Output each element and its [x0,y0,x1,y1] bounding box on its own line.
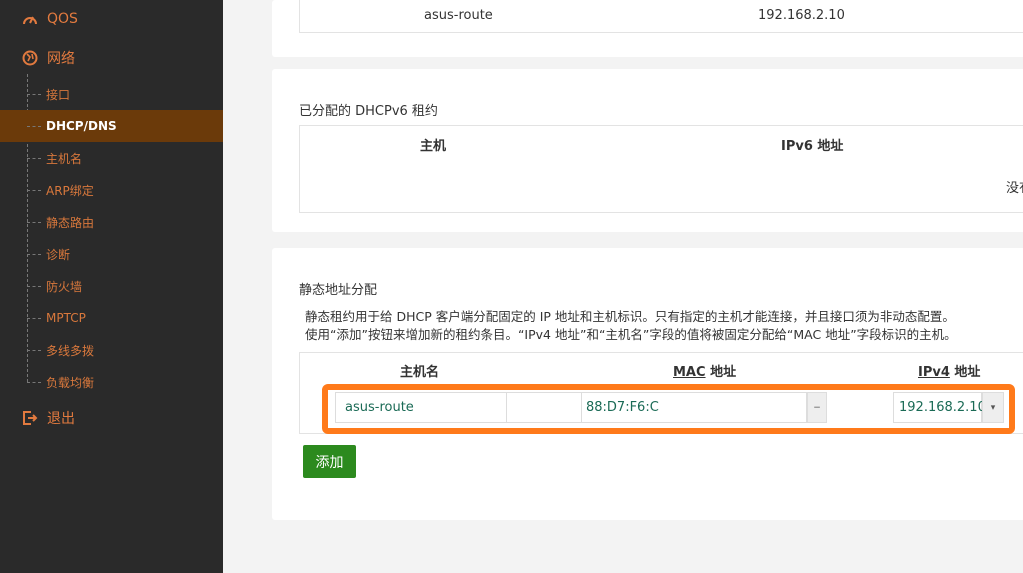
sidebar-item-arp[interactable]: ARP绑定 [0,174,223,206]
add-button[interactable]: 添加 [303,445,356,478]
col-mac: MAC 地址 [673,361,736,380]
sidebar-item-label: 多线多拨 [46,343,95,358]
static-leases-card: 静态地址分配 静态租约用于给 DHCP 客户端分配固定的 IP 地址和主机标识。… [272,248,1023,520]
sidebar-item-label: 静态路由 [46,215,95,230]
dhcpv6-title: 已分配的 DHCPv6 租约 [299,104,438,119]
dhcp-leases-card: asus-route 192.168.2.10 [272,0,1023,57]
lease-hostname: asus-route [424,8,493,23]
dhcpv6-empty-text: 没有 [1006,181,1023,196]
sidebar-item-static-routes[interactable]: 静态路由 [0,206,223,238]
col-hostname: 主机名 [400,365,440,380]
sidebar-item-hostnames[interactable]: 主机名 [0,142,223,174]
dhcpv6-table: 主机 IPv6 地址 没有 [299,125,1023,213]
globe-icon [22,50,38,66]
highlight-box [322,384,1015,434]
dhcpv6-col-ipv6: IPv6 地址 [781,139,844,154]
sidebar-item-label: 诊断 [46,247,71,262]
sidebar-item-label: 防火墙 [46,279,83,294]
sidebar-item-label: ARP绑定 [46,183,94,198]
static-title: 静态地址分配 [299,283,378,298]
gauge-icon [22,11,38,27]
dhcpv6-col-host: 主机 [420,139,447,154]
sidebar-network-label: 网络 [47,51,75,67]
col-mac-abbr: MAC [673,365,706,380]
sidebar-item-logout[interactable]: 退出 [0,402,223,434]
dhcp-leases-table: asus-route 192.168.2.10 [299,0,1023,33]
sidebar-item-label: MPTCP [46,311,86,325]
col-ipv4-abbr: IPv4 [918,365,950,380]
sidebar-qos-label: QOS [47,11,78,27]
dhcpv6-card: 已分配的 DHCPv6 租约 主机 IPv6 地址 没有 [272,69,1023,232]
sidebar-item-label: 接口 [46,87,71,102]
sidebar-item-qos[interactable]: QOS [0,3,223,35]
sidebar: QOS 网络 接口 DHCP/DNS 主机名 ARP绑定 静态路由 诊断 防火墙… [0,0,223,573]
sidebar-item-dhcp-dns[interactable]: DHCP/DNS [0,110,223,142]
static-desc-2: 使用“添加”按钮来增加新的租约条目。“IPv4 地址”和“主机名”字段的值将被固… [305,327,957,342]
sidebar-item-mptcp[interactable]: MPTCP [0,302,223,334]
col-ipv4: IPv4 地址 [918,361,980,380]
sidebar-item-label: 负载均衡 [46,375,95,390]
sidebar-item-firewall[interactable]: 防火墙 [0,270,223,302]
sidebar-item-interfaces[interactable]: 接口 [0,78,223,110]
logout-icon [22,410,38,426]
sidebar-item-label: 主机名 [46,151,83,166]
sidebar-item-multiwan[interactable]: 多线多拨 [0,334,223,366]
static-desc-1: 静态租约用于给 DHCP 客户端分配固定的 IP 地址和主机标识。只有指定的主机… [305,309,955,324]
sidebar-item-label: DHCP/DNS [46,119,117,133]
sidebar-item-diagnostics[interactable]: 诊断 [0,238,223,270]
sidebar-item-load-balance[interactable]: 负载均衡 [0,366,223,398]
col-mac-suffix: 地址 [705,365,737,380]
sidebar-logout-label: 退出 [47,411,75,427]
lease-ip: 192.168.2.10 [758,8,845,23]
sidebar-item-network[interactable]: 网络 [0,42,223,74]
col-ipv4-suffix: 地址 [949,365,981,380]
